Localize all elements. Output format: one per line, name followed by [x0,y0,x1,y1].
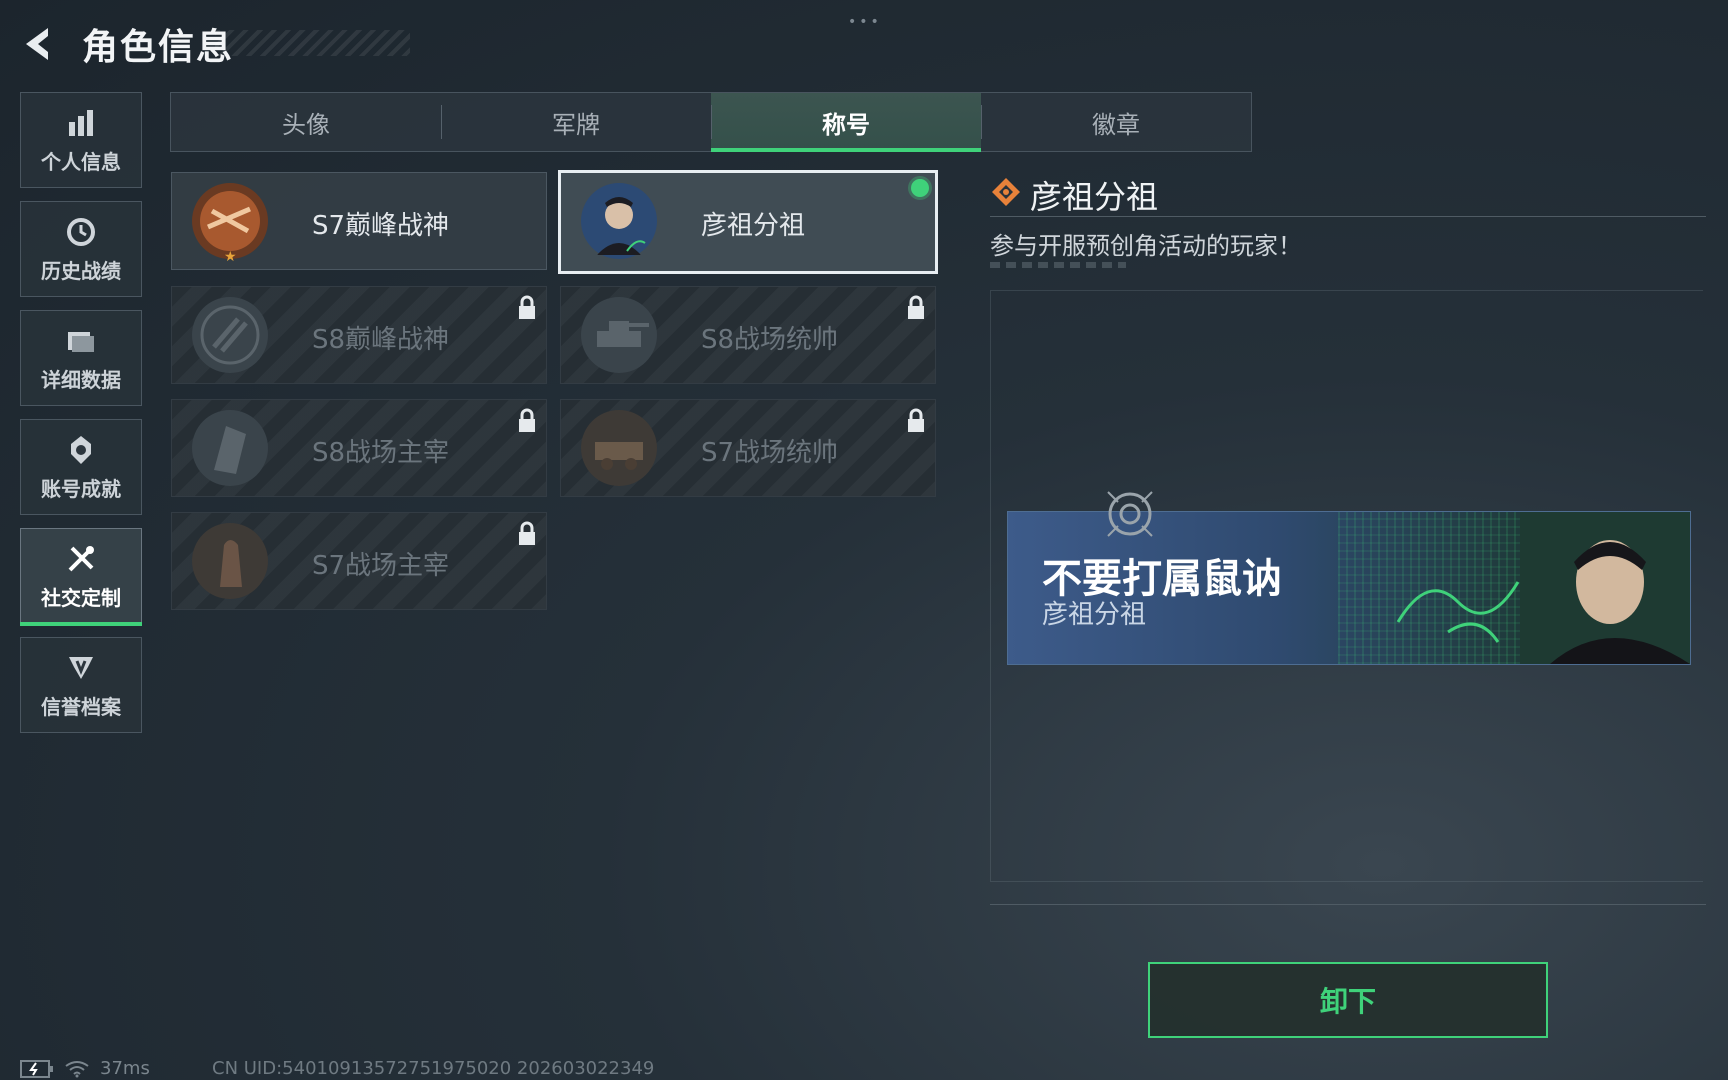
sidebar-item-personal-info[interactable]: 个人信息 [20,92,142,188]
title-name: S8战场统帅 [701,325,839,355]
title-name: S8战场主宰 [312,438,450,468]
tab-dog-tag[interactable]: 军牌 [441,93,711,151]
detail-description: 参与开服预创角活动的玩家！ [990,232,1302,260]
title-card[interactable]: S8战场主宰 [171,399,547,497]
lock-icon [908,295,924,319]
sidebar-item-label: 信誉档案 [41,694,121,719]
title-card[interactable]: S8巅峰战神 [171,286,547,384]
description-decoration [990,262,1126,268]
title-name: 彦祖分祖 [701,211,806,241]
tab-title[interactable]: 称号 [711,93,981,152]
ping-value: 37ms [100,1058,150,1079]
back-button[interactable] [20,24,60,64]
divider [990,216,1706,217]
tab-badge[interactable]: 徽章 [981,93,1251,151]
lock-icon [519,295,535,319]
sidebar-item-history[interactable]: 历史战绩 [20,201,142,297]
divider [990,904,1706,905]
title-name: S7战场统帅 [701,438,839,468]
sidebar-item-detailed-data[interactable]: 详细数据 [20,310,142,406]
title-card[interactable]: S7战场主宰 [171,512,547,610]
folder-icon [68,331,94,352]
title-name: S7战场主宰 [312,551,450,581]
wifi-icon [65,1060,89,1077]
title-card-selected[interactable]: 彦祖分祖 [558,170,938,274]
title-diamond-icon [992,178,1020,206]
title-decoration [215,30,410,56]
title-card[interactable]: ★ S7巅峰战神 [171,172,547,270]
page-title: 角色信息 [82,27,235,68]
vehicle-emblem-icon [581,410,657,486]
back-arrow-icon [26,28,48,60]
soldier-emblem-icon [192,523,268,599]
banner-title: 彦祖分祖 [1042,600,1147,630]
building-emblem-icon [192,410,268,486]
uid-text: CN UID:540109135727519750​20 20260302234… [212,1058,655,1079]
tank-emblem-icon [581,297,657,373]
detail-title: 彦祖分祖 [1030,178,1159,216]
sidebar-item-label: 个人信息 [41,149,121,174]
lock-icon [519,521,535,545]
sidebar-item-achievements[interactable]: 账号成就 [20,419,142,515]
sidebar-item-credibility[interactable]: 信誉档案 [20,637,142,733]
unequip-button[interactable]: 卸下 [1148,962,1548,1038]
tab-bar: 头像 军牌 称号 徽章 [170,92,1252,152]
sidebar-item-label: 社交定制 [41,585,121,610]
sidebar-item-label: 账号成就 [41,476,121,501]
tab-avatar[interactable]: 头像 [171,93,441,151]
history-clock-icon [67,217,95,246]
stripes-emblem-icon [192,297,268,373]
title-name: S8巅峰战神 [312,325,450,355]
sidebar-item-label: 详细数据 [41,367,121,392]
credibility-shield-icon [69,656,93,679]
top-dots: ••• [848,14,882,30]
portrait-emblem-icon [581,183,657,259]
battery-icon [20,1059,53,1078]
lock-icon [908,408,924,432]
target-icon [1107,491,1153,537]
achievement-medal-icon [71,435,91,464]
title-name: S7巅峰战神 [312,211,450,241]
status-bar: 37ms [20,1058,150,1079]
tools-icon [68,545,94,571]
bar-chart-icon [69,109,93,136]
title-card[interactable]: S8战场统帅 [560,286,936,384]
title-card[interactable]: S7战场统帅 [560,399,936,497]
star-icon: ★ [224,249,237,265]
sidebar-item-label: 历史战绩 [41,258,121,283]
equipped-indicator [911,179,929,197]
lock-icon [519,408,535,432]
signature-icon [1396,581,1520,643]
sidebar-item-social-custom[interactable]: 社交定制 [20,528,142,626]
